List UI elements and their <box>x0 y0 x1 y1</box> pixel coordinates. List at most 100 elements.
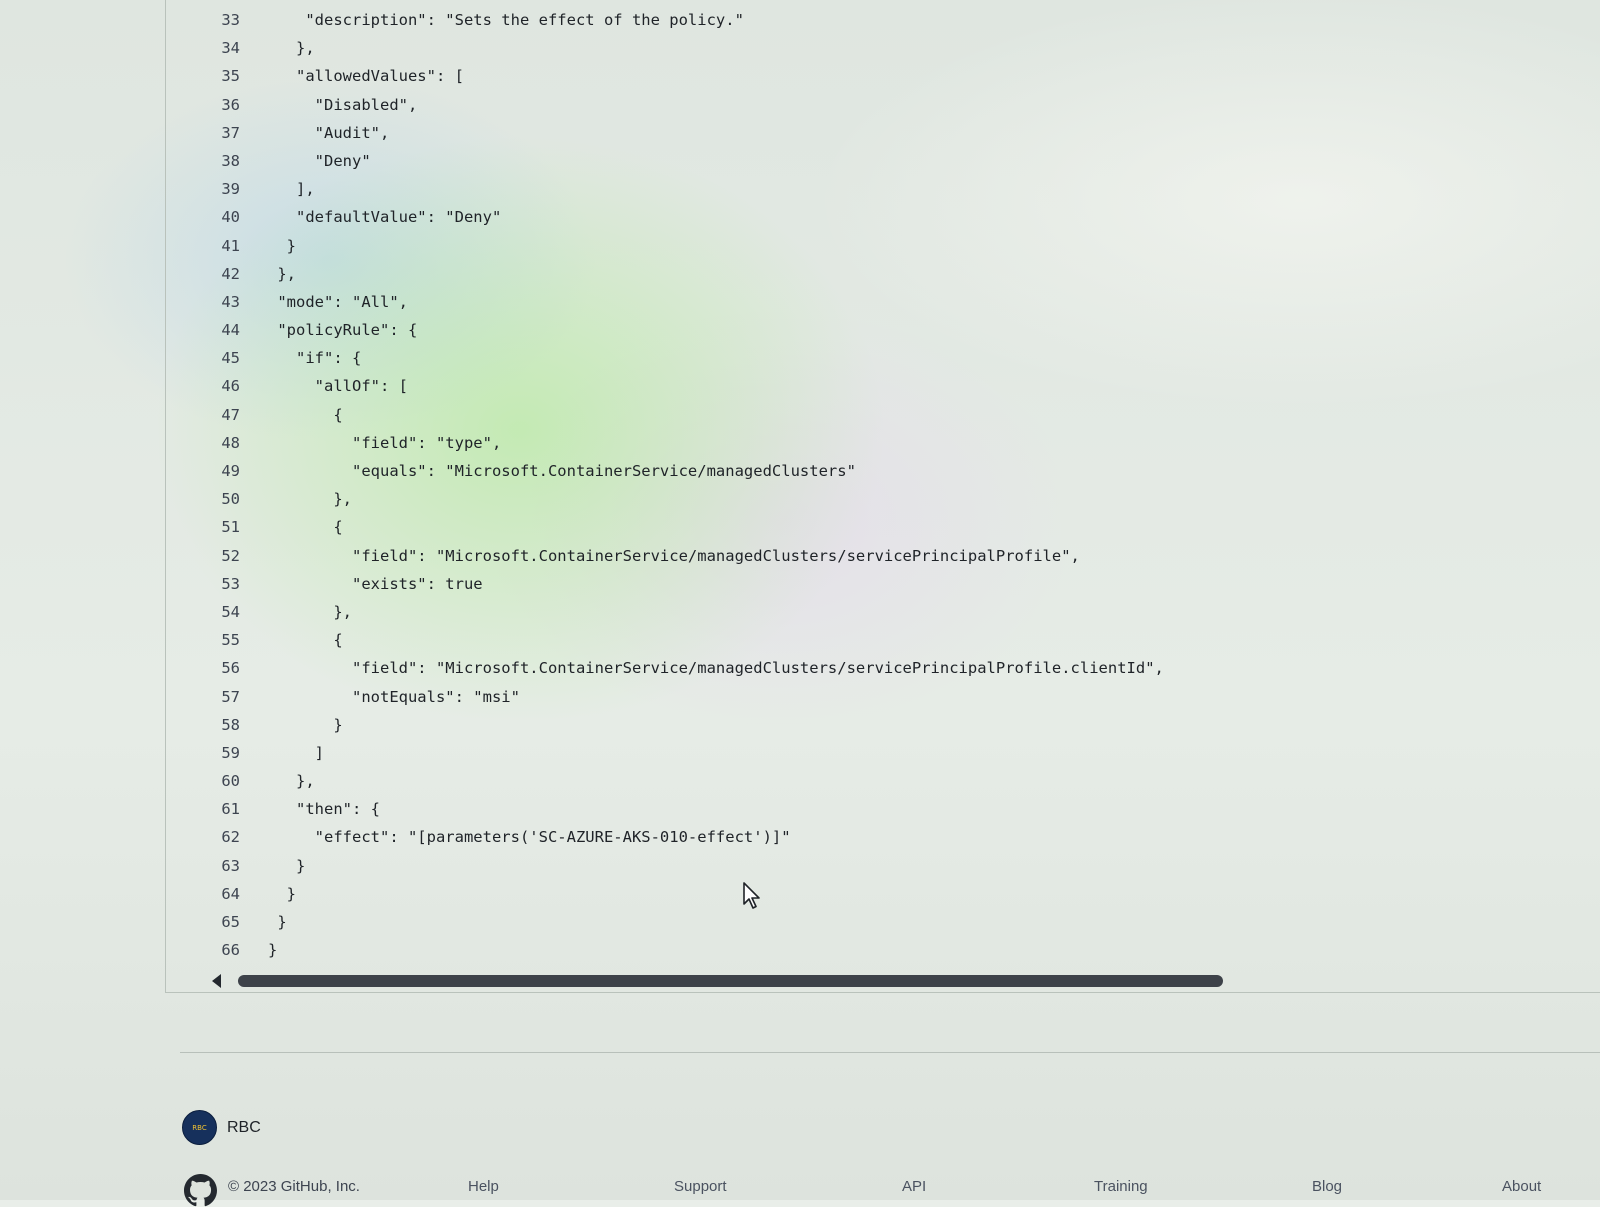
line-number[interactable]: 61 <box>194 795 240 823</box>
line-code: }, <box>268 602 352 621</box>
line-number[interactable]: 41 <box>194 232 240 260</box>
line-number[interactable]: 51 <box>194 513 240 541</box>
code-line: 39 ], <box>166 175 1600 203</box>
line-code: }, <box>268 264 296 283</box>
code-line: 42 }, <box>166 260 1600 288</box>
line-code: "equals": "Microsoft.ContainerService/ma… <box>268 462 856 480</box>
line-code: } <box>268 856 306 875</box>
code-line: 64 } <box>166 880 1600 908</box>
code-line: 37 "Audit", <box>166 119 1600 147</box>
line-code: ], <box>268 180 315 199</box>
code-line: 56 "field": "Microsoft.ContainerService/… <box>166 654 1600 682</box>
line-number[interactable]: 42 <box>194 260 240 288</box>
line-number[interactable]: 45 <box>194 344 240 372</box>
line-number[interactable]: 62 <box>194 823 240 851</box>
line-number[interactable]: 64 <box>194 880 240 908</box>
code-viewer: 33 "description": "Sets the effect of th… <box>165 0 1600 993</box>
line-number[interactable]: 47 <box>194 401 240 429</box>
copyright-text: © 2023 GitHub, Inc. <box>228 1178 360 1195</box>
code-line: 63 } <box>166 852 1600 880</box>
mouse-pointer-icon <box>743 882 760 909</box>
code-line: 55 { <box>166 626 1600 654</box>
line-code: "field": "Microsoft.ContainerService/man… <box>268 546 1080 565</box>
footer-divider <box>180 1052 1600 1053</box>
org-avatar[interactable]: RBC <box>182 1110 217 1145</box>
line-code: }, <box>268 39 315 58</box>
line-code: { <box>268 631 343 650</box>
github-mark-icon[interactable] <box>184 1174 217 1207</box>
line-code: "effect": "[parameters('SC-AZURE-AKS-010… <box>268 828 791 847</box>
line-code: "if": { <box>268 349 362 368</box>
line-code: "allowedValues": [ <box>268 67 464 86</box>
footer-link-about[interactable]: About <box>1502 1178 1541 1195</box>
code-line: 36 "Disabled", <box>166 91 1600 119</box>
line-number[interactable]: 49 <box>194 457 240 485</box>
line-number[interactable]: 60 <box>194 767 240 795</box>
line-code: "then": { <box>268 800 380 819</box>
org-badge[interactable]: RBC RBC <box>182 1110 261 1145</box>
line-number[interactable]: 50 <box>194 485 240 513</box>
line-code: { <box>268 518 343 537</box>
line-number[interactable]: 44 <box>194 316 240 344</box>
line-number[interactable]: 35 <box>194 62 240 90</box>
footer-link-training[interactable]: Training <box>1094 1178 1148 1195</box>
code-line: 43 "mode": "All", <box>166 288 1600 316</box>
line-number[interactable]: 39 <box>194 175 240 203</box>
code-line: 45 "if": { <box>166 344 1600 372</box>
line-code: "field": "type", <box>268 433 502 452</box>
scroll-left-arrow-icon[interactable] <box>212 974 221 988</box>
line-code: "Audit", <box>268 123 390 142</box>
line-number[interactable]: 58 <box>194 711 240 739</box>
code-line: 60 }, <box>166 767 1600 795</box>
code-line: 57 "notEquals": "msi" <box>166 683 1600 711</box>
code-line: 53 "exists": true <box>166 570 1600 598</box>
line-number[interactable]: 66 <box>194 936 240 964</box>
code-line: 41 } <box>166 232 1600 260</box>
line-code: }, <box>268 772 315 791</box>
line-number[interactable]: 56 <box>194 654 240 682</box>
line-code: "policyRule": { <box>268 321 418 340</box>
code-line: 38 "Deny" <box>166 147 1600 175</box>
footer-link-help[interactable]: Help <box>468 1178 499 1195</box>
footer-link-support[interactable]: Support <box>674 1178 727 1195</box>
code-line: 44 "policyRule": { <box>166 316 1600 344</box>
line-code: } <box>268 236 296 255</box>
line-number[interactable]: 55 <box>194 626 240 654</box>
code-line: 46 "allOf": [ <box>166 372 1600 400</box>
line-number[interactable]: 33 <box>194 6 240 34</box>
line-number[interactable]: 53 <box>194 570 240 598</box>
line-code: ] <box>268 743 324 762</box>
line-code: "Deny" <box>268 151 371 170</box>
line-number[interactable]: 54 <box>194 598 240 626</box>
line-number[interactable]: 37 <box>194 119 240 147</box>
line-code: "allOf": [ <box>268 377 408 396</box>
line-number[interactable]: 63 <box>194 852 240 880</box>
scrollbar-thumb[interactable] <box>238 975 1223 987</box>
org-name[interactable]: RBC <box>227 1119 261 1137</box>
line-number[interactable]: 46 <box>194 372 240 400</box>
code-line: 58 } <box>166 711 1600 739</box>
line-code: } <box>268 941 278 960</box>
line-number[interactable]: 43 <box>194 288 240 316</box>
code-line: 33 "description": "Sets the effect of th… <box>166 6 1600 34</box>
footer-link-blog[interactable]: Blog <box>1312 1178 1342 1195</box>
line-code: { <box>268 405 343 424</box>
code-line: 66} <box>166 936 1600 964</box>
page-footer: © 2023 GitHub, Inc. Help Support API Tra… <box>184 1172 1564 1207</box>
line-number[interactable]: 48 <box>194 429 240 457</box>
code-line: 34 }, <box>166 34 1600 62</box>
footer-link-api[interactable]: API <box>902 1178 926 1195</box>
line-number[interactable]: 40 <box>194 203 240 231</box>
line-code: }, <box>268 490 352 509</box>
line-number[interactable]: 59 <box>194 739 240 767</box>
line-number[interactable]: 36 <box>194 91 240 119</box>
horizontal-scrollbar[interactable] <box>200 972 1600 994</box>
line-number[interactable]: 38 <box>194 147 240 175</box>
code-line: 49 "equals": "Microsoft.ContainerService… <box>166 457 1600 485</box>
line-number[interactable]: 34 <box>194 34 240 62</box>
line-number[interactable]: 65 <box>194 908 240 936</box>
code-lines: 33 "description": "Sets the effect of th… <box>166 6 1600 964</box>
code-line: 65 } <box>166 908 1600 936</box>
line-number[interactable]: 57 <box>194 683 240 711</box>
line-number[interactable]: 52 <box>194 542 240 570</box>
